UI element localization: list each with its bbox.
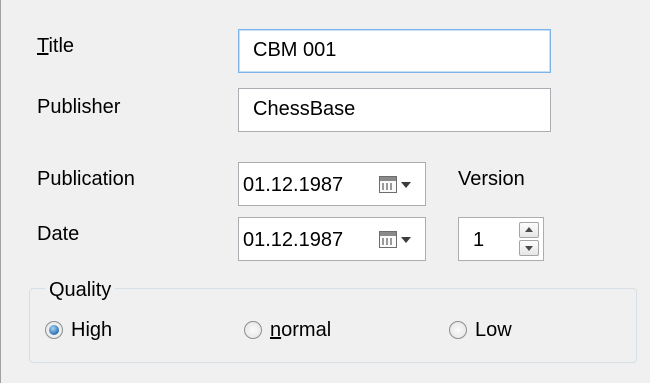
publication-calendar-dropdown[interactable] (379, 175, 419, 195)
radio-unselected-icon (244, 321, 262, 339)
date-value: 01.12.1987 (243, 229, 344, 251)
quality-group (29, 288, 637, 363)
publisher-input[interactable]: ChessBase (238, 88, 551, 132)
publication-date-picker[interactable]: 01.12.1987 (238, 162, 426, 206)
publisher-input-value: ChessBase (253, 98, 356, 120)
calendar-icon (379, 231, 397, 248)
arrow-up-icon (525, 227, 533, 232)
version-stepper-buttons (519, 222, 539, 256)
quality-radio-high-label: High (71, 319, 113, 341)
date-label: Date (37, 223, 80, 245)
radio-selected-icon (45, 321, 63, 339)
quality-group-title: Quality (45, 279, 116, 301)
calendar-icon (379, 176, 397, 193)
version-value: 1 (473, 229, 485, 251)
publication-label: Publication (37, 168, 135, 190)
chevron-down-icon (401, 182, 411, 188)
properties-panel: Title CBM 001 Publisher ChessBase Public… (0, 0, 650, 383)
radio-unselected-icon (449, 321, 467, 339)
publisher-label: Publisher (37, 96, 121, 118)
title-input-value: CBM 001 (253, 39, 337, 61)
quality-radio-normal-label: normal (270, 319, 332, 341)
publication-date-value: 01.12.1987 (243, 174, 344, 196)
quality-radio-low-label: Low (475, 319, 512, 341)
title-label: Title (37, 35, 75, 57)
version-label: Version (458, 168, 525, 190)
version-decrement-button[interactable] (519, 240, 539, 256)
version-increment-button[interactable] (519, 222, 539, 238)
date-calendar-dropdown[interactable] (379, 230, 419, 250)
date-picker[interactable]: 01.12.1987 (238, 217, 426, 261)
title-input[interactable]: CBM 001 (238, 29, 551, 73)
chevron-down-icon (401, 237, 411, 243)
arrow-down-icon (525, 246, 533, 251)
version-stepper[interactable]: 1 (458, 217, 544, 261)
